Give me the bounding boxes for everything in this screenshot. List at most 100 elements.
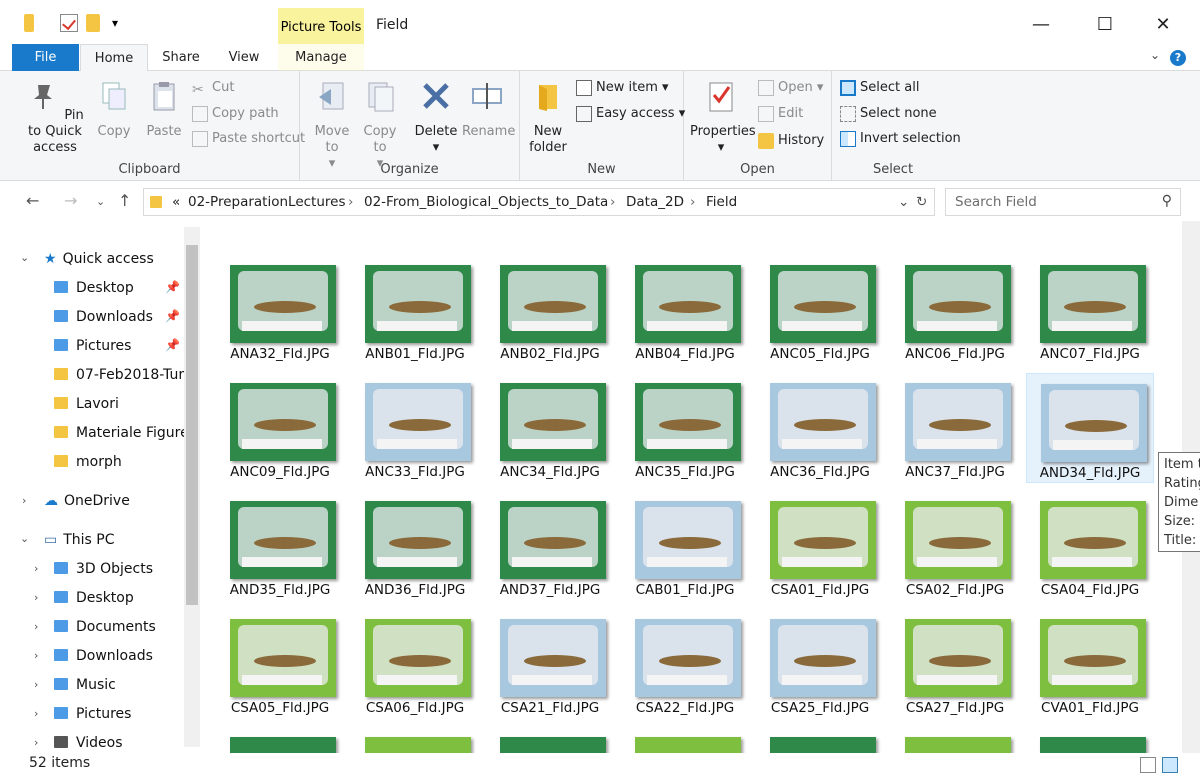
image-thumbnail[interactable] [635,737,741,753]
sidebar-item-materiale-figure[interactable]: Materiale Figure [0,421,184,445]
breadcrumb-item[interactable]: Field [706,194,737,210]
customize-toolbar-icon[interactable]: ▾ [106,14,124,32]
select-none-button[interactable]: Select none [840,104,937,124]
address-dropdown-icon[interactable]: ⌄ [898,194,909,210]
file-item[interactable]: ANA32_Fld.JPG [216,255,344,365]
file-item[interactable]: CSA25_Fld.JPG [756,609,884,719]
file-item[interactable]: CAB01_Fld.JPG [621,491,749,601]
help-icon[interactable]: ? [1170,50,1186,66]
tab-share[interactable]: Share [152,44,210,71]
close-button[interactable]: ✕ [1140,10,1186,40]
properties-button[interactable]: Properties ▾ [690,79,756,156]
file-item[interactable]: CSA22_Fld.JPG [621,609,749,719]
sidebar-item-downloads[interactable]: Downloads [0,305,184,329]
ribbon-collapse-icon[interactable]: ⌄ [1150,48,1160,62]
image-thumbnail[interactable] [500,737,606,753]
sidebar-item-pc-downloads[interactable]: Downloads [0,644,184,668]
file-item[interactable]: ANC34_Fld.JPG [486,373,614,483]
sidebar-item-onedrive[interactable]: ☁ OneDrive [0,489,184,513]
minimize-button[interactable]: — [1018,10,1064,40]
pin-to-quick-access-button[interactable]: Pin to Quick access [18,79,92,156]
new-folder-button[interactable]: New folder [528,79,568,156]
copy-to-button[interactable]: Copy to ▾ [360,79,400,172]
sidebar-item-this-pc[interactable]: ▭ This PC [0,528,184,552]
edit-button[interactable]: Edit [758,104,803,124]
paste-shortcut-button[interactable]: Paste shortcut [192,129,305,149]
file-item[interactable]: ANC07_Fld.JPG [1026,255,1154,365]
details-view-icon[interactable] [1140,757,1156,773]
file-item[interactable]: ANB01_Fld.JPG [351,255,479,365]
breadcrumb-item[interactable]: 02-PreparationLectures [188,194,346,210]
address-bar[interactable]: « 02-PreparationLectures › 02-From_Biolo… [143,188,935,216]
file-item[interactable]: AND34_Fld.JPG [1026,373,1154,483]
breadcrumb-overflow[interactable]: « [172,194,180,210]
properties-quick-icon[interactable] [60,14,78,32]
back-arrow-icon[interactable]: ← [26,191,39,210]
sidebar-item-morph[interactable]: morph [0,450,184,474]
new-folder-quick-icon[interactable] [86,14,100,32]
image-thumbnail[interactable] [230,737,336,753]
invert-selection-button[interactable]: Invert selection [840,129,961,149]
maximize-button[interactable]: ☐ [1082,10,1128,40]
forward-arrow-icon[interactable]: → [64,191,77,210]
file-item[interactable]: CSA02_Fld.JPG [891,491,1019,601]
file-item[interactable]: ANC05_Fld.JPG [756,255,884,365]
file-item[interactable]: CVA01_Fld.JPG [1026,609,1154,719]
sidebar-item-07-feb2018[interactable]: 07-Feb2018-Turn [0,363,184,387]
file-item[interactable]: CSA04_Fld.JPG [1026,491,1154,601]
file-item[interactable]: ANC36_Fld.JPG [756,373,884,483]
file-item[interactable]: CSA01_Fld.JPG [756,491,884,601]
sidebar-item-pc-pictures[interactable]: Pictures [0,702,184,726]
open-button[interactable]: Open ▾ [758,78,823,98]
image-thumbnail[interactable] [905,737,1011,753]
breadcrumb-item[interactable]: 02-From_Biological_Objects_to_Data [364,194,608,210]
file-item[interactable]: ANB02_Fld.JPG [486,255,614,365]
file-item[interactable]: AND37_Fld.JPG [486,491,614,601]
up-arrow-icon[interactable]: ↑ [118,191,131,210]
history-button[interactable]: History [758,131,824,151]
file-item[interactable]: ANB04_Fld.JPG [621,255,749,365]
search-box[interactable]: Search Field ⚲ [945,188,1181,216]
rename-button[interactable]: Rename [462,79,515,140]
copy-button[interactable]: Copy [94,79,134,140]
sidebar-item-lavori[interactable]: Lavori [0,392,184,416]
sidebar-item-desktop[interactable]: Desktop [0,276,184,300]
easy-access-button[interactable]: Easy access ▾ [576,104,685,124]
tab-file[interactable]: File [12,44,79,71]
file-item[interactable]: CSA27_Fld.JPG [891,609,1019,719]
file-item[interactable]: AND35_Fld.JPG [216,491,344,601]
sidebar-item-3d-objects[interactable]: 3D Objects [0,557,184,581]
image-thumbnail[interactable] [365,737,471,753]
sidebar-item-videos[interactable]: Videos [0,731,184,755]
file-item[interactable]: AND36_Fld.JPG [351,491,479,601]
file-item[interactable]: CSA21_Fld.JPG [486,609,614,719]
sidebar-item-pictures[interactable]: Pictures [0,334,184,358]
tab-view[interactable]: View [216,44,272,71]
file-item[interactable]: ANC35_Fld.JPG [621,373,749,483]
breadcrumb-item[interactable]: Data_2D [626,194,684,210]
large-icons-view-icon[interactable] [1162,757,1178,773]
image-thumbnail[interactable] [770,737,876,753]
paste-button[interactable]: Paste [142,79,186,140]
file-item[interactable]: ANC37_Fld.JPG [891,373,1019,483]
recent-locations-chevron-icon[interactable]: ⌄ [96,195,105,208]
sidebar-item-documents[interactable]: Documents [0,615,184,639]
copy-path-button[interactable]: Copy path [192,104,279,124]
file-item[interactable]: ANC06_Fld.JPG [891,255,1019,365]
move-to-button[interactable]: Move to ▾ [312,79,352,172]
cut-button[interactable]: ✂ Cut [192,78,234,98]
refresh-icon[interactable]: ↻ [916,194,927,210]
sidebar-item-quick-access[interactable]: ★ Quick access [0,247,184,271]
file-item[interactable]: CSA05_Fld.JPG [216,609,344,719]
delete-button[interactable]: Delete ▾ [414,79,458,156]
select-all-button[interactable]: Select all [840,78,919,98]
image-thumbnail[interactable] [1040,737,1146,753]
sidebar-scroll-thumb[interactable] [186,245,198,605]
file-item[interactable]: ANC33_Fld.JPG [351,373,479,483]
file-item[interactable]: CSA06_Fld.JPG [351,609,479,719]
tab-home[interactable]: Home [80,44,148,72]
new-item-button[interactable]: New item ▾ [576,78,669,98]
file-item[interactable]: ANC09_Fld.JPG [216,373,344,483]
search-icon[interactable]: ⚲ [1162,193,1172,209]
sidebar-item-pc-desktop[interactable]: Desktop [0,586,184,610]
